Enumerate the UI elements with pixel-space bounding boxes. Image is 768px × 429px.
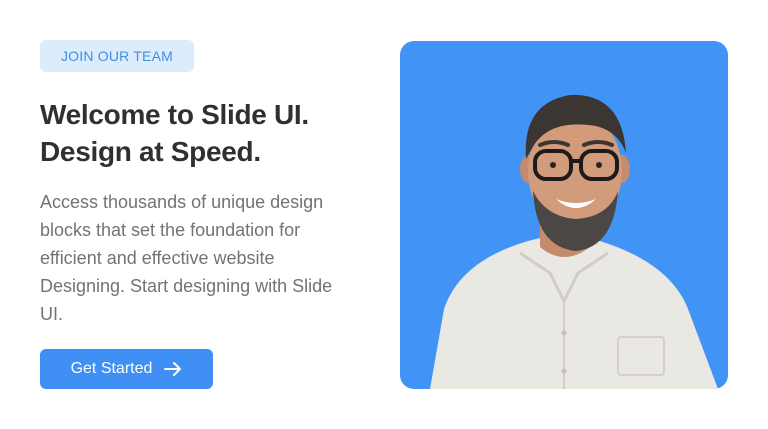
hero-section: JOIN OUR TEAM Welcome to Slide UI. Desig…	[0, 0, 768, 429]
headline-line-1: Welcome to Slide UI.	[40, 99, 309, 130]
hero-headline: Welcome to Slide UI. Design at Speed.	[40, 96, 370, 170]
hero-photo	[400, 41, 728, 389]
hero-content: JOIN OUR TEAM Welcome to Slide UI. Desig…	[40, 40, 370, 328]
join-team-badge: JOIN OUR TEAM	[40, 40, 194, 72]
get-started-button[interactable]: Get Started	[40, 349, 213, 389]
hero-description: Access thousands of unique design blocks…	[40, 192, 333, 324]
portrait-illustration	[430, 94, 718, 389]
arrow-right-icon	[164, 361, 182, 377]
headline-line-2: Design at Speed.	[40, 136, 261, 167]
get-started-label: Get Started	[70, 360, 153, 377]
